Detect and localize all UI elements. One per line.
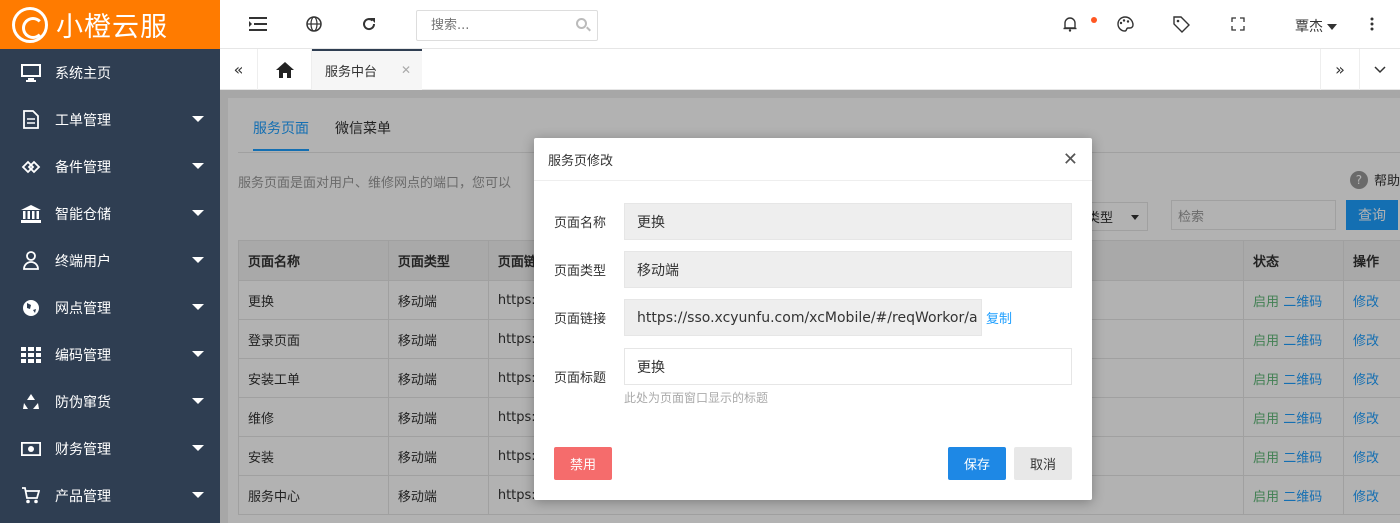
bank-icon [20, 204, 42, 224]
title-hint: 此处为页面窗口显示的标题 [624, 391, 769, 405]
recycle-icon [20, 392, 42, 412]
modal-header: 服务页修改 ✕ [534, 138, 1092, 181]
field-row-link: 页面链接 https://sso.xcyunfu.com/xcMobile/#/… [534, 299, 1012, 336]
page-title-field[interactable]: 更换 [624, 348, 1072, 385]
app-logo[interactable]: 小橙云服 [0, 0, 220, 49]
save-button[interactable]: 保存 [948, 447, 1006, 480]
field-row-name: 页面名称 更换 [534, 203, 1072, 240]
fullscreen-icon[interactable] [1228, 14, 1248, 34]
cart-icon [20, 486, 42, 506]
sidebar-item-label: 备件管理 [55, 159, 111, 176]
logo-text: 小橙云服 [56, 12, 168, 43]
tabs-scroll-left-icon[interactable]: « [220, 49, 258, 90]
copy-link-button[interactable]: 复制 [986, 308, 1012, 327]
field-label: 页面标题 [554, 371, 607, 386]
disable-button[interactable]: 禁用 [554, 447, 612, 480]
sidebar-item-3[interactable]: 智能仓储 [0, 190, 220, 237]
sidebar-item-label: 网点管理 [55, 300, 111, 317]
chevron-down-icon [192, 304, 204, 310]
globe-icon[interactable] [304, 14, 324, 34]
field-label: 页面名称 [554, 216, 607, 231]
palette-icon[interactable] [1115, 14, 1135, 34]
sidebar-item-label: 终端用户 [55, 253, 111, 270]
sidebar-item-0[interactable]: 系统主页 [0, 49, 220, 96]
refresh-icon[interactable] [359, 14, 379, 34]
document-icon [20, 110, 42, 130]
sidebar-nav: 系统主页工单管理备件管理智能仓储终端用户网点管理编码管理防伪窜货财务管理产品管理 [0, 49, 220, 519]
sidebar-item-label: 编码管理 [55, 347, 111, 364]
sidebar-item-7[interactable]: 防伪窜货 [0, 378, 220, 425]
close-icon[interactable]: ✕ [1063, 149, 1078, 170]
sidebar-item-2[interactable]: 备件管理 [0, 143, 220, 190]
sidebar-item-label: 工单管理 [55, 112, 111, 129]
monitor-icon [20, 63, 42, 83]
search-input[interactable] [417, 11, 567, 40]
chevron-down-icon [192, 445, 204, 451]
tab-close-icon[interactable]: ✕ [401, 63, 411, 77]
orange-logo-icon [12, 6, 48, 43]
money-icon [20, 439, 42, 459]
chevron-down-icon [192, 492, 204, 498]
page-link-field[interactable]: https://sso.xcyunfu.com/xcMobile/#/reqWo… [624, 299, 982, 336]
globe-icon [20, 298, 42, 318]
sidebar-item-1[interactable]: 工单管理 [0, 96, 220, 143]
cancel-button[interactable]: 取消 [1014, 447, 1072, 480]
sidebar-item-label: 防伪窜货 [55, 394, 111, 411]
chevron-down-icon [192, 398, 204, 404]
chevron-down-icon [192, 116, 204, 122]
bell-icon[interactable] [1060, 14, 1080, 34]
tabs-dropdown-icon[interactable] [1360, 49, 1400, 90]
sidebar-item-4[interactable]: 终端用户 [0, 237, 220, 284]
home-icon [275, 61, 294, 78]
topbar: 覃杰 [220, 0, 1400, 49]
chevron-down-icon [192, 163, 204, 169]
more-vertical-icon[interactable] [1362, 14, 1382, 34]
sidebar-item-label: 系统主页 [55, 65, 111, 82]
field-row-type: 页面类型 移动端 [534, 251, 1072, 288]
search-icon[interactable] [576, 18, 587, 29]
chevron-down-icon [192, 257, 204, 263]
sidebar: 小橙云服 系统主页工单管理备件管理智能仓储终端用户网点管理编码管理防伪窜货财务管… [0, 0, 220, 523]
sidebar-item-9[interactable]: 产品管理 [0, 472, 220, 519]
grid-icon [20, 345, 42, 365]
notification-dot [1091, 17, 1097, 23]
tabs-scroll-right-icon[interactable]: » [1320, 49, 1360, 90]
sidebar-item-5[interactable]: 网点管理 [0, 284, 220, 331]
tab-service-center[interactable]: 服务中台 ✕ [312, 49, 422, 90]
page-type-field[interactable]: 移动端 [624, 251, 1072, 288]
chevron-down-icon [192, 210, 204, 216]
sidebar-item-label: 产品管理 [55, 488, 111, 505]
field-label: 页面链接 [554, 312, 607, 327]
tab-label: 服务中台 [325, 65, 378, 80]
user-menu[interactable]: 覃杰 [1295, 16, 1337, 36]
sidebar-item-label: 智能仓储 [55, 206, 111, 223]
chevron-down-icon [192, 351, 204, 357]
menu-toggle-icon[interactable] [248, 14, 268, 34]
global-search[interactable] [416, 10, 598, 41]
page-name-field[interactable]: 更换 [624, 203, 1072, 240]
sidebar-item-6[interactable]: 编码管理 [0, 331, 220, 378]
user-icon [20, 251, 42, 271]
edit-service-page-modal: 服务页修改 ✕ 页面名称 更换 页面类型 移动端 页面链接 https://ss… [534, 138, 1092, 500]
modal-title: 服务页修改 [548, 153, 614, 169]
page-tabbar: « 服务中台 ✕ » [220, 49, 1400, 90]
home-tab[interactable] [258, 49, 312, 90]
sidebar-item-8[interactable]: 财务管理 [0, 425, 220, 472]
diamond-icon [20, 157, 42, 177]
field-label: 页面类型 [554, 264, 607, 279]
field-row-title: 页面标题 更换 [534, 347, 1072, 386]
sidebar-item-label: 财务管理 [55, 441, 111, 458]
tag-icon[interactable] [1171, 14, 1191, 34]
